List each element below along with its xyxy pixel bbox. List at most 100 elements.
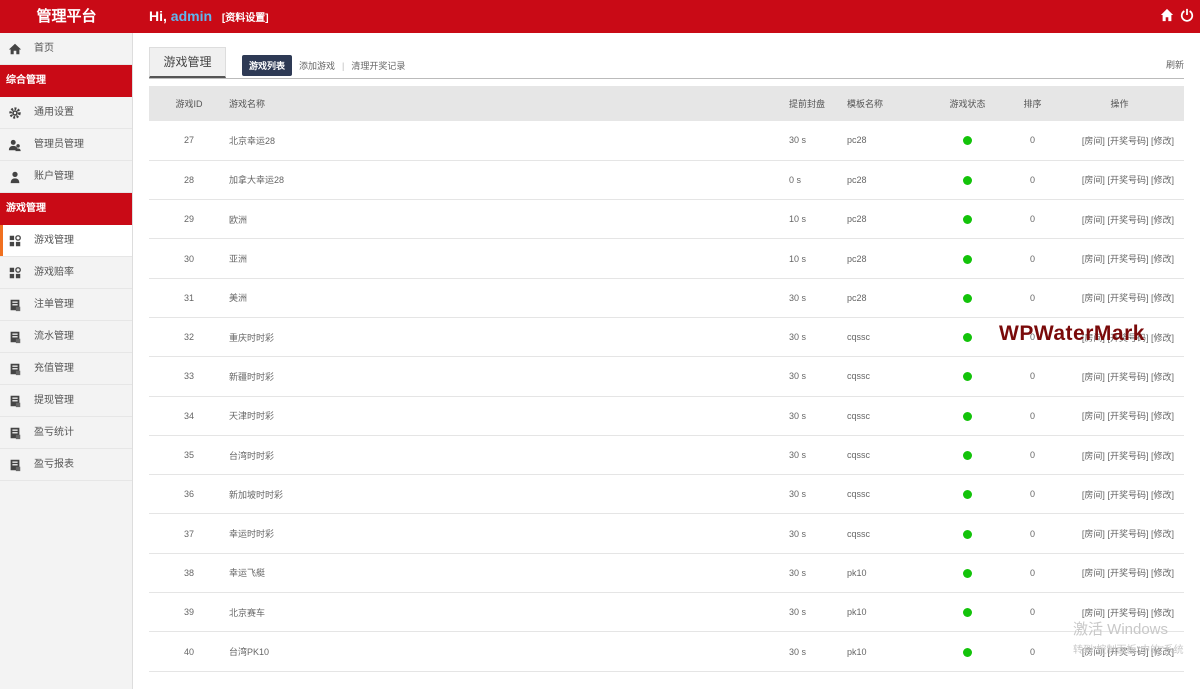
sidebar-item-label: 通用设置 xyxy=(34,107,74,118)
table-row: 40 台湾PK10 30 s pk10 0 [房间] [开奖号码] [修改] xyxy=(149,632,1184,672)
edit-link[interactable]: [修改] xyxy=(1151,372,1174,382)
room-link[interactable]: [房间] xyxy=(1082,254,1105,264)
edit-link[interactable]: [修改] xyxy=(1151,175,1174,185)
add-game-link[interactable]: 添加游戏 xyxy=(292,59,342,72)
sort-order: 0 xyxy=(1029,135,1035,146)
ledger-icon xyxy=(10,395,21,408)
edit-link[interactable]: [修改] xyxy=(1151,136,1174,146)
profile-settings-link[interactable]: [资料设置] xyxy=(222,13,269,24)
draw-numbers-link[interactable]: [开奖号码] xyxy=(1107,372,1148,382)
sidebar-group-general[interactable]: 综合管理 xyxy=(0,65,132,97)
edit-link[interactable]: [修改] xyxy=(1151,451,1174,461)
row-actions: [房间] [开奖号码] [修改] xyxy=(1055,160,1184,199)
template-name: cqssc xyxy=(847,528,871,539)
close-ahead: 30 s xyxy=(789,292,807,303)
row-actions: [房间] [开奖号码] [修改] xyxy=(1055,475,1184,514)
draw-numbers-link[interactable]: [开奖号码] xyxy=(1107,293,1148,303)
room-link[interactable]: [房间] xyxy=(1082,372,1105,382)
column-header: 操作 xyxy=(1110,99,1129,109)
game-list-button[interactable]: 游戏列表 xyxy=(242,55,293,76)
edit-link[interactable]: [修改] xyxy=(1151,490,1174,500)
template-name: cqssc xyxy=(847,450,871,461)
table-row: 33 新疆时时彩 30 s cqssc 0 [房间] [开奖号码] [修改] xyxy=(149,357,1184,397)
sidebar-item-profit-stats[interactable]: 盈亏统计 xyxy=(0,417,132,449)
draw-numbers-link[interactable]: [开奖号码] xyxy=(1107,451,1148,461)
table-row: 31 美洲 30 s pc28 0 [房间] [开奖号码] [修改] xyxy=(149,278,1184,318)
draw-numbers-link[interactable]: [开奖号码] xyxy=(1107,411,1148,421)
room-link[interactable]: [房间] xyxy=(1082,568,1105,578)
draw-numbers-link[interactable]: [开奖号码] xyxy=(1107,215,1148,225)
sidebar-item-bet-management[interactable]: 注单管理 xyxy=(0,289,132,321)
sidebar-item-flow-management[interactable]: 流水管理 xyxy=(0,321,132,353)
table-row: 38 幸运飞艇 30 s pk10 0 [房间] [开奖号码] [修改] xyxy=(149,553,1184,593)
draw-numbers-link[interactable]: [开奖号码] xyxy=(1107,568,1148,578)
close-ahead: 30 s xyxy=(789,528,807,539)
sidebar-item-account-management[interactable]: 账户管理 xyxy=(0,161,132,193)
sidebar-item-profit-report[interactable]: 盈亏报表 xyxy=(0,449,132,481)
room-link[interactable]: [房间] xyxy=(1082,451,1105,461)
edit-link[interactable]: [修改] xyxy=(1151,333,1174,343)
home-icon[interactable] xyxy=(1160,8,1174,22)
room-link[interactable]: [房间] xyxy=(1082,175,1105,185)
tab-game-management[interactable]: 游戏管理 xyxy=(149,47,226,78)
sidebar-item-label: 充值管理 xyxy=(34,363,74,374)
clean-draw-records-link[interactable]: 清理开奖记录 xyxy=(344,59,412,72)
game-id: 34 xyxy=(183,410,194,421)
sidebar-item-game-odds[interactable]: 游戏赔率 xyxy=(0,257,132,289)
room-link[interactable]: [房间] xyxy=(1082,608,1105,618)
template-name: pk10 xyxy=(847,607,867,618)
game-name: 新加坡时时彩 xyxy=(229,489,284,500)
grid-icon xyxy=(9,235,21,247)
edit-link[interactable]: [修改] xyxy=(1151,411,1174,421)
sidebar-item-home[interactable]: 首页 xyxy=(0,33,132,65)
sidebar-item-deposit-management[interactable]: 充值管理 xyxy=(0,353,132,385)
game-status xyxy=(925,200,1010,239)
status-on-icon xyxy=(963,568,972,578)
template-name: cqssc xyxy=(847,489,871,500)
game-status xyxy=(925,121,1010,160)
room-link[interactable]: [房间] xyxy=(1082,529,1105,539)
refresh-link[interactable]: 刷新 xyxy=(1166,58,1184,71)
status-on-icon xyxy=(963,451,972,461)
sort-order: 0 xyxy=(1029,174,1035,185)
grid-icon xyxy=(9,267,21,279)
top-header: 管理平台 Hi, admin [资料设置] xyxy=(0,0,1200,33)
draw-numbers-link[interactable]: [开奖号码] xyxy=(1107,529,1148,539)
sidebar-group-game[interactable]: 游戏管理 xyxy=(0,193,132,225)
sidebar-item-admin-management[interactable]: 管理员管理 xyxy=(0,129,132,161)
close-ahead: 30 s xyxy=(789,646,807,657)
close-ahead: 10 s xyxy=(789,253,807,264)
sidebar-item-label: 流水管理 xyxy=(34,331,74,342)
room-link[interactable]: [房间] xyxy=(1082,490,1105,500)
room-link[interactable]: [房间] xyxy=(1082,136,1105,146)
edit-link[interactable]: [修改] xyxy=(1151,215,1174,225)
row-actions: [房间] [开奖号码] [修改] xyxy=(1055,278,1184,317)
edit-link[interactable]: [修改] xyxy=(1151,529,1174,539)
edit-link[interactable]: [修改] xyxy=(1151,608,1174,618)
draw-numbers-link[interactable]: [开奖号码] xyxy=(1107,175,1148,185)
table-row: 27 北京幸运28 30 s pc28 0 [房间] [开奖号码] [修改] xyxy=(149,121,1184,161)
power-icon[interactable] xyxy=(1180,8,1194,22)
template-name: pc28 xyxy=(847,214,867,225)
user-icon xyxy=(10,171,20,184)
game-name: 北京幸运28 xyxy=(229,135,276,146)
room-link[interactable]: [房间] xyxy=(1082,215,1105,225)
edit-link[interactable]: [修改] xyxy=(1151,568,1174,578)
sidebar-item-general-settings[interactable]: 通用设置 xyxy=(0,97,132,129)
edit-link[interactable]: [修改] xyxy=(1151,254,1174,264)
draw-numbers-link[interactable]: [开奖号码] xyxy=(1107,136,1148,146)
sidebar-item-label: 盈亏统计 xyxy=(34,427,74,438)
edit-link[interactable]: [修改] xyxy=(1151,293,1174,303)
sidebar-item-withdraw-management[interactable]: 提现管理 xyxy=(0,385,132,417)
draw-numbers-link[interactable]: [开奖号码] xyxy=(1107,254,1148,264)
sidebar-item-game-management[interactable]: 游戏管理 xyxy=(0,225,132,257)
room-link[interactable]: [房间] xyxy=(1082,411,1105,421)
room-link[interactable]: [房间] xyxy=(1082,293,1105,303)
game-name: 新疆时时彩 xyxy=(229,371,275,382)
game-status xyxy=(925,357,1010,396)
table-row: 35 台湾时时彩 30 s cqssc 0 [房间] [开奖号码] [修改] xyxy=(149,435,1184,475)
sub-navigation: 游戏列表 添加游戏 | 清理开奖记录 xyxy=(242,55,412,76)
draw-numbers-link[interactable]: [开奖号码] xyxy=(1107,608,1148,618)
draw-numbers-link[interactable]: [开奖号码] xyxy=(1107,490,1148,500)
game-status xyxy=(925,553,1010,592)
